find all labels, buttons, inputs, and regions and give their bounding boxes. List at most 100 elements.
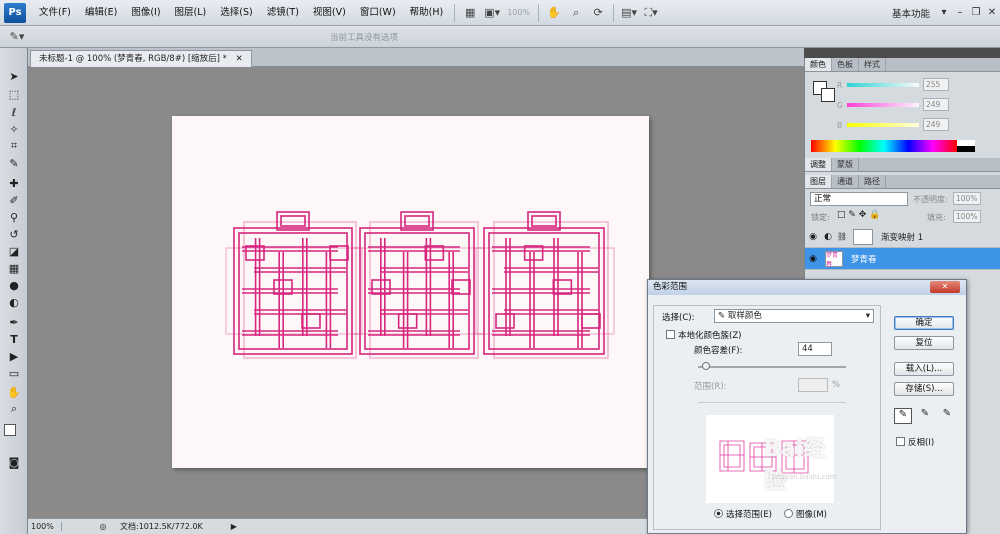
color-spectrum[interactable]: [811, 140, 957, 152]
workspace-switcher[interactable]: 基本功能: [886, 6, 936, 20]
menu-help[interactable]: 帮助(H): [403, 0, 451, 26]
view-extras-icon[interactable]: ▣▾: [483, 4, 501, 22]
zoom-tool-icon[interactable]: ⌕: [567, 4, 585, 22]
gradient-tool-icon[interactable]: ▦: [5, 260, 23, 276]
visibility-eye-icon[interactable]: ◉: [805, 254, 821, 264]
shape-tool-icon[interactable]: ▭: [5, 365, 23, 381]
path-selection-icon[interactable]: ▶: [5, 348, 23, 364]
status-info-icon[interactable]: ◎: [96, 522, 110, 531]
pen-tool-icon[interactable]: ✒: [5, 314, 23, 330]
hand-tool-icon[interactable]: ✋: [5, 384, 23, 400]
tab-masks[interactable]: 蒙版: [832, 158, 859, 171]
menu-select[interactable]: 选择(S): [213, 0, 259, 26]
eyedropper-preset-icon[interactable]: ✎▾: [8, 28, 26, 46]
dodge-tool-icon[interactable]: ◐: [5, 294, 23, 310]
layer-mask-thumbnail[interactable]: [853, 228, 873, 245]
background-swatch[interactable]: [821, 88, 835, 102]
r-slider[interactable]: [847, 83, 919, 87]
move-tool-icon[interactable]: ➤: [5, 68, 23, 84]
reset-button[interactable]: 复位: [894, 336, 954, 350]
history-brush-icon[interactable]: ↺: [5, 226, 23, 242]
tab-layers[interactable]: 图层: [805, 175, 832, 188]
tab-color[interactable]: 颜色: [805, 58, 832, 71]
b-value[interactable]: 249: [923, 118, 949, 131]
eyedropper-plus-icon[interactable]: ✎: [916, 408, 934, 424]
marquee-tool-icon[interactable]: ⬚: [5, 86, 23, 102]
brush-tool-icon[interactable]: ✐: [5, 192, 23, 208]
status-zoom[interactable]: 100%: [28, 522, 62, 531]
clone-stamp-icon[interactable]: ⚲: [5, 209, 23, 225]
status-menu-icon[interactable]: ▶: [231, 522, 237, 531]
crop-tool-icon[interactable]: ⌗: [5, 138, 23, 154]
menu-window[interactable]: 窗口(W): [353, 0, 403, 26]
document-tab[interactable]: 未标题-1 @ 100% (梦青春, RGB/8#) [缩放后] * ✕: [30, 50, 252, 67]
radio-image-label: 图像(M): [796, 510, 827, 520]
workspace-dropdown-icon[interactable]: ▾: [936, 7, 952, 18]
menu-edit[interactable]: 编辑(E): [78, 0, 124, 26]
save-button[interactable]: 存储(S)...: [894, 382, 954, 396]
layer-thumbnail[interactable]: 梦青春: [825, 250, 843, 268]
menu-view[interactable]: 视图(V): [306, 0, 353, 26]
blend-mode-select[interactable]: 正常: [810, 192, 908, 206]
hand-tool-icon[interactable]: ✋: [545, 4, 563, 22]
color-swatches[interactable]: [4, 424, 24, 442]
invert-checkbox[interactable]: [896, 437, 905, 446]
tolerance-slider-thumb[interactable]: [702, 362, 710, 370]
eyedropper-minus-icon[interactable]: ✎: [938, 408, 956, 424]
eyedropper-icon[interactable]: ✎: [894, 408, 912, 424]
select-value: 取样颜色: [727, 311, 762, 321]
g-value[interactable]: 249: [923, 98, 949, 111]
magic-wand-icon[interactable]: ✧: [5, 121, 23, 137]
zoom-tool-icon[interactable]: ⌕: [5, 401, 23, 417]
arrange-documents-icon[interactable]: ▤▾: [620, 4, 638, 22]
tab-paths[interactable]: 路径: [859, 175, 886, 188]
foreground-color[interactable]: [4, 424, 16, 436]
tab-swatches[interactable]: 色板: [832, 58, 859, 71]
selection-preview: Bai经验 jingyan.baidu.com: [706, 415, 837, 503]
menu-filter[interactable]: 滤镜(T): [260, 0, 306, 26]
tab-adjustments[interactable]: 调整: [805, 158, 832, 171]
close-icon[interactable]: ✕: [984, 7, 1000, 18]
lasso-tool-icon[interactable]: ℓ: [5, 104, 23, 120]
eyedropper-tool-icon[interactable]: ✎: [5, 155, 23, 171]
g-slider[interactable]: [847, 103, 919, 107]
tab-styles[interactable]: 样式: [859, 58, 886, 71]
close-icon[interactable]: ✕: [930, 281, 960, 293]
layer-name[interactable]: 渐变映射 1: [881, 231, 923, 243]
layer-row-selected[interactable]: ◉ 梦青春 梦青春: [805, 248, 1000, 270]
layer-name[interactable]: 梦青春: [851, 253, 877, 265]
document-canvas[interactable]: [172, 116, 649, 468]
eraser-tool-icon[interactable]: ◪: [5, 243, 23, 259]
screen-mode-icon[interactable]: ⛶▾: [642, 4, 660, 22]
layer-row[interactable]: ◉ ◐ ⛓ 渐变映射 1: [805, 226, 1000, 248]
menu-file[interactable]: 文件(F): [32, 0, 78, 26]
type-tool-icon[interactable]: T: [5, 331, 23, 347]
tolerance-input[interactable]: 44: [798, 342, 832, 356]
select-dropdown[interactable]: ✎ 取样颜色 ▾: [714, 309, 874, 323]
tab-channels[interactable]: 通道: [832, 175, 859, 188]
ok-button[interactable]: 确定: [894, 316, 954, 330]
quick-mask-icon[interactable]: ◙: [5, 454, 23, 470]
minimize-icon[interactable]: –: [952, 7, 968, 18]
black-white-ramp[interactable]: [957, 140, 975, 152]
close-tab-icon[interactable]: ✕: [236, 54, 243, 64]
zoom-level-display[interactable]: 100%: [503, 8, 534, 17]
lock-icons[interactable]: □ ✎ ✥ 🔒: [837, 210, 880, 220]
menu-image[interactable]: 图像(I): [124, 0, 167, 26]
opacity-value[interactable]: 100%: [953, 192, 981, 205]
load-button[interactable]: 载入(L)...: [894, 362, 954, 376]
localized-clusters-checkbox[interactable]: [666, 330, 675, 339]
blur-tool-icon[interactable]: ●: [5, 277, 23, 293]
radio-selection[interactable]: [714, 509, 723, 518]
bridge-icon[interactable]: ▦: [461, 4, 479, 22]
tolerance-slider-track[interactable]: [698, 366, 846, 368]
visibility-eye-icon[interactable]: ◉: [805, 232, 821, 242]
restore-icon[interactable]: ❐: [968, 7, 984, 18]
b-slider[interactable]: [847, 123, 919, 127]
rotate-view-icon[interactable]: ⟳: [589, 4, 607, 22]
menu-layer[interactable]: 图层(L): [168, 0, 214, 26]
fill-value[interactable]: 100%: [953, 210, 981, 223]
radio-image[interactable]: [784, 509, 793, 518]
healing-brush-icon[interactable]: ✚: [5, 175, 23, 191]
r-value[interactable]: 255: [923, 78, 949, 91]
